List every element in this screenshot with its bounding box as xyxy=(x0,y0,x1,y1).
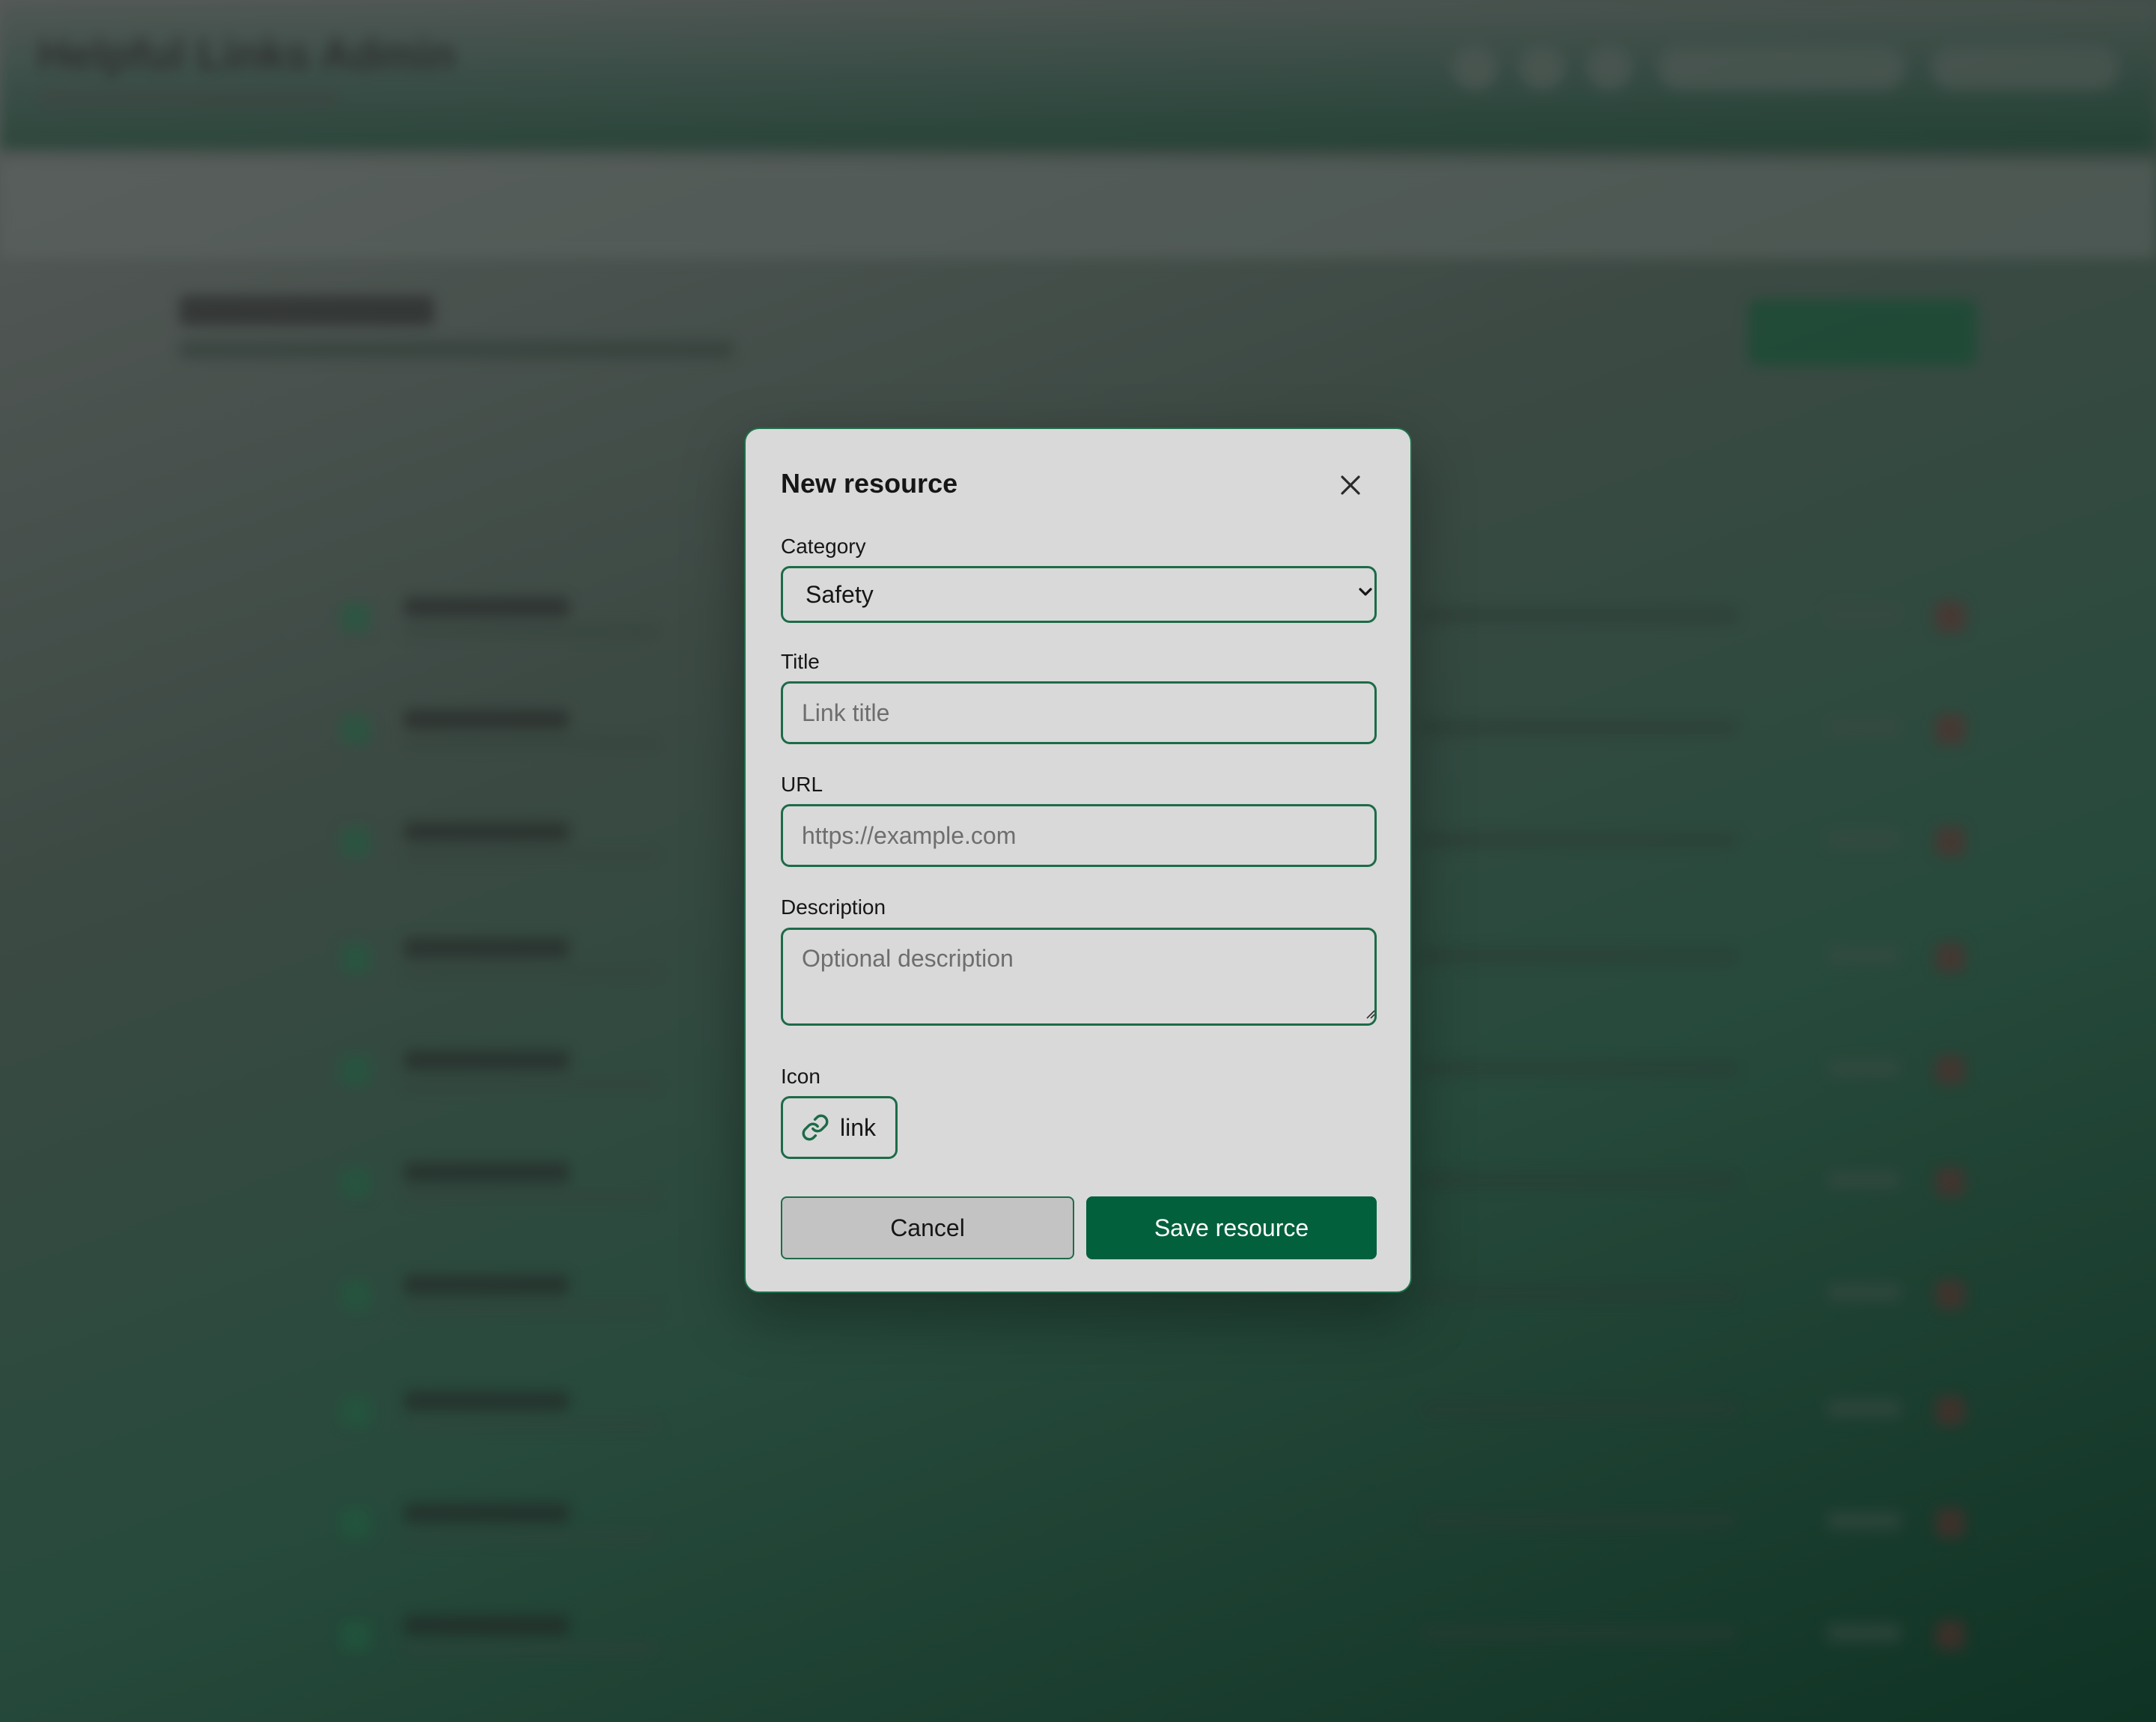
url-label: URL xyxy=(781,773,823,796)
link-icon xyxy=(802,1114,829,1141)
close-icon xyxy=(1341,475,1360,495)
title-input[interactable] xyxy=(781,681,1377,744)
title-label: Title xyxy=(781,650,820,673)
new-resource-dialog: New resource Category Safety Title URL D… xyxy=(744,428,1412,1293)
icon-picker-button[interactable]: link xyxy=(781,1096,898,1159)
close-button[interactable] xyxy=(1333,468,1368,502)
category-label: Category xyxy=(781,535,866,558)
icon-label: Icon xyxy=(781,1065,820,1088)
icon-picker-value: link xyxy=(840,1113,877,1141)
url-input[interactable] xyxy=(781,804,1377,867)
dialog-title: New resource xyxy=(781,468,958,499)
description-textarea[interactable] xyxy=(781,928,1377,1026)
cancel-button[interactable]: Cancel xyxy=(781,1196,1074,1259)
save-resource-button[interactable]: Save resource xyxy=(1086,1196,1377,1259)
category-selected-value: Safety xyxy=(806,580,874,608)
category-select[interactable]: Safety xyxy=(781,566,1377,623)
description-label: Description xyxy=(781,895,886,919)
